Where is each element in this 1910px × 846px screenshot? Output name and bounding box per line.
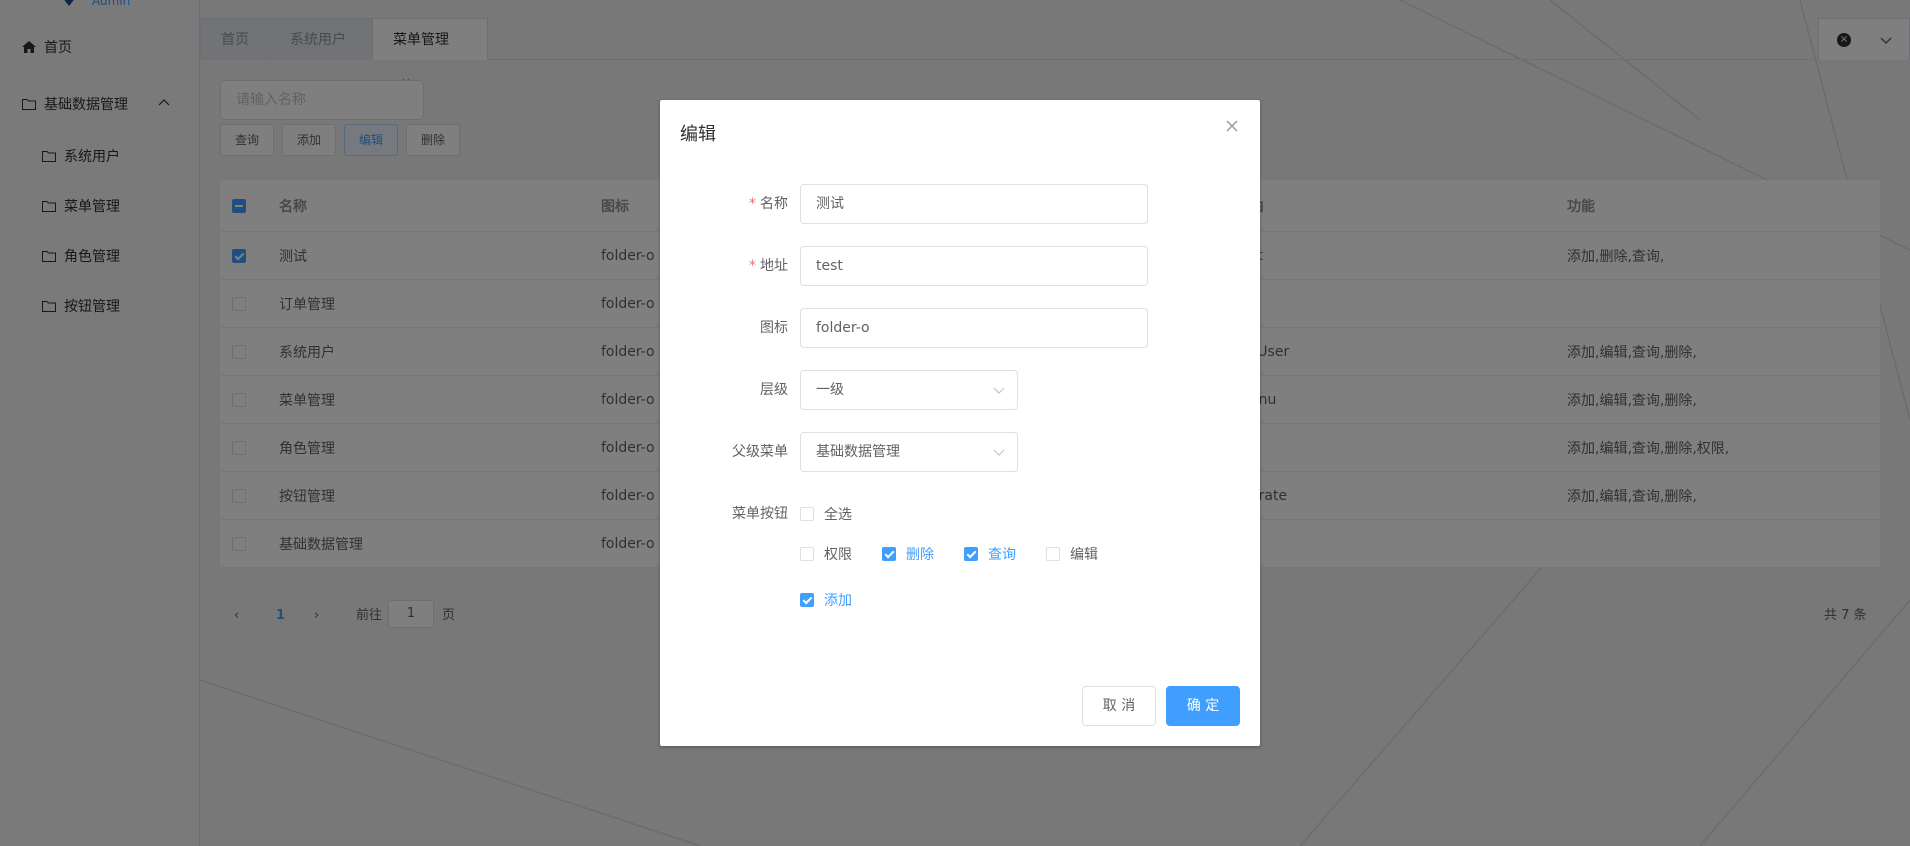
- checkbox[interactable]: [800, 547, 814, 561]
- close-icon[interactable]: [1224, 118, 1240, 134]
- icon-label: 图标: [760, 320, 788, 336]
- cancel-button[interactable]: 取 消: [1082, 686, 1156, 726]
- icon-field[interactable]: folder-o: [800, 308, 1148, 348]
- checkbox[interactable]: [800, 507, 814, 521]
- option-label: 查询: [988, 547, 1016, 563]
- chevron-down-icon: [993, 449, 1005, 456]
- parent-select-value: 基础数据管理: [816, 444, 900, 460]
- option-label: 全选: [824, 507, 852, 523]
- option-permission[interactable]: 权限: [800, 544, 852, 564]
- option-label: 权限: [824, 547, 852, 563]
- level-select[interactable]: 一级: [800, 370, 1018, 410]
- level-label: 层级: [760, 382, 788, 398]
- name-label: * 名称: [660, 184, 788, 224]
- required-mark: *: [749, 196, 756, 212]
- chevron-down-icon: [993, 387, 1005, 394]
- menu-buttons-label: 菜单按钮: [732, 506, 788, 522]
- option-delete[interactable]: 删除: [882, 544, 934, 564]
- select-all-option[interactable]: 全选: [800, 504, 852, 524]
- path-label: * 地址: [660, 246, 788, 286]
- checkbox[interactable]: [964, 547, 978, 561]
- level-select-value: 一级: [816, 382, 844, 398]
- name-field[interactable]: 测试: [800, 184, 1148, 224]
- option-query[interactable]: 查询: [964, 544, 1016, 564]
- name-label-text: 名称: [760, 196, 788, 212]
- option-label: 删除: [906, 547, 934, 563]
- path-field[interactable]: test: [800, 246, 1148, 286]
- checkbox[interactable]: [800, 593, 814, 607]
- option-edit[interactable]: 编辑: [1046, 544, 1098, 564]
- edit-dialog: 编辑 * 名称 测试 * 地址 test 图标 folder-o 层级 一级 父级菜…: [660, 100, 1260, 746]
- required-mark: *: [749, 258, 756, 274]
- option-label: 编辑: [1070, 547, 1098, 563]
- checkbox[interactable]: [882, 547, 896, 561]
- option-add[interactable]: 添加: [800, 590, 852, 610]
- option-label: 添加: [824, 593, 852, 609]
- path-label-text: 地址: [760, 258, 788, 274]
- checkbox[interactable]: [1046, 547, 1060, 561]
- parent-select[interactable]: 基础数据管理: [800, 432, 1018, 472]
- dialog-title: 编辑: [680, 124, 716, 145]
- parent-label: 父级菜单: [732, 444, 788, 460]
- confirm-button[interactable]: 确 定: [1166, 686, 1240, 726]
